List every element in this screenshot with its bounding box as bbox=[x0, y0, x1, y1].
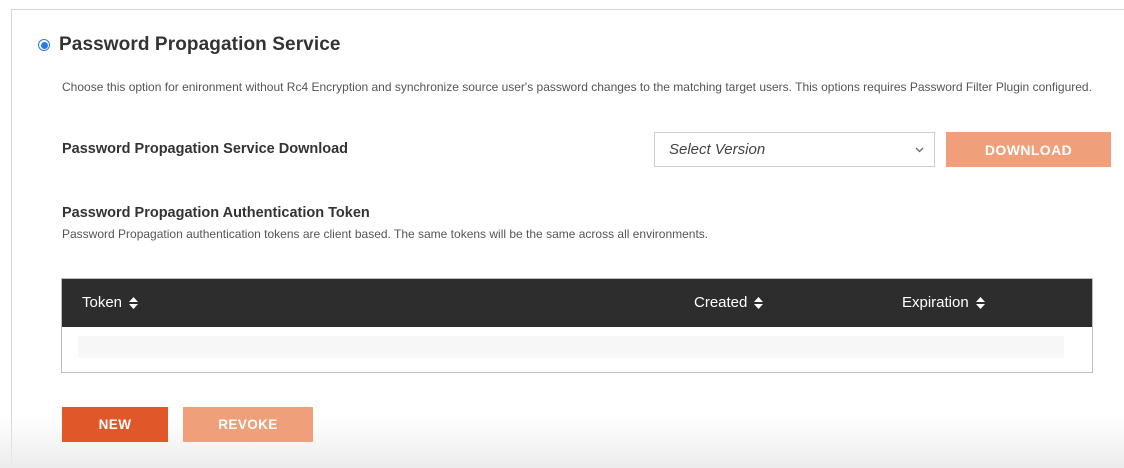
chevron-down-icon bbox=[904, 147, 934, 153]
password-propagation-option[interactable]: Password Propagation Service bbox=[38, 34, 341, 56]
bottom-shadow bbox=[0, 416, 1124, 468]
column-header-expiration[interactable]: Expiration bbox=[902, 294, 985, 311]
sort-icon bbox=[975, 296, 985, 309]
download-label: Password Propagation Service Download bbox=[62, 141, 349, 157]
column-header-token[interactable]: Token bbox=[82, 294, 139, 311]
option-description: Choose this option for enironment withou… bbox=[62, 80, 1092, 94]
radio-button[interactable] bbox=[38, 39, 50, 51]
sort-icon bbox=[754, 296, 764, 309]
column-header-created[interactable]: Created bbox=[694, 294, 764, 311]
revoke-token-button[interactable]: REVOKE bbox=[183, 407, 313, 442]
option-title: Password Propagation Service bbox=[59, 34, 341, 55]
download-button[interactable]: DOWNLOAD bbox=[946, 132, 1111, 167]
token-section-description: Password Propagation authentication toke… bbox=[62, 227, 709, 241]
column-header-label: Token bbox=[82, 294, 123, 311]
version-select[interactable]: Select Version bbox=[654, 132, 935, 167]
column-header-label: Expiration bbox=[902, 294, 969, 311]
new-token-button[interactable]: NEW bbox=[62, 407, 168, 442]
column-header-label: Created bbox=[694, 294, 748, 311]
version-select-value: Select Version bbox=[669, 141, 766, 158]
token-table: Token Created Expiration bbox=[61, 278, 1093, 373]
radio-selected-dot bbox=[40, 41, 48, 49]
table-empty-row bbox=[78, 336, 1064, 358]
sort-icon bbox=[129, 296, 139, 309]
token-section-title: Password Propagation Authentication Toke… bbox=[62, 205, 370, 221]
table-header: Token Created Expiration bbox=[62, 279, 1092, 327]
